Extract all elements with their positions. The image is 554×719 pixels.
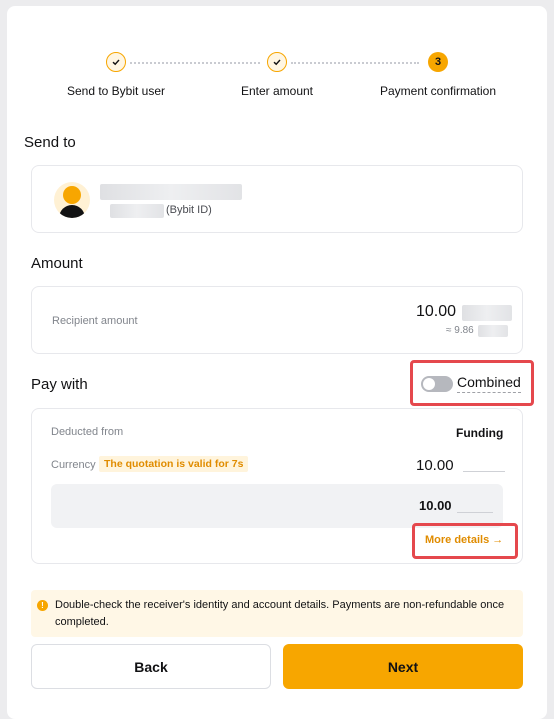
- combined-toggle-highlight: Combined: [410, 360, 534, 406]
- step-connector: [130, 62, 260, 64]
- deducted-from-value: Funding: [456, 426, 504, 440]
- recipient-id-redacted: [110, 204, 164, 218]
- approx-currency-redacted: [478, 325, 508, 337]
- deducted-from-label: Deducted from: [51, 426, 124, 438]
- pay-with-title: Pay with: [31, 376, 88, 393]
- step-label: Payment confirmation: [379, 84, 497, 98]
- recipient-card: (Bybit ID): [31, 165, 523, 233]
- currency-redacted: [462, 305, 512, 321]
- step-number-badge: 3: [428, 52, 448, 72]
- currency-code-redacted: [463, 471, 505, 472]
- currency-amount: 10.00: [416, 457, 454, 474]
- check-icon: [106, 52, 126, 72]
- currency-label: Currency: [51, 459, 96, 471]
- check-icon: [267, 52, 287, 72]
- more-details-link[interactable]: More details →: [425, 534, 503, 546]
- step-label: Enter amount: [240, 84, 314, 98]
- step-connector: [291, 62, 419, 64]
- warning-notice: ! Double-check the receiver's identity a…: [31, 590, 523, 637]
- approx-value: ≈ 9.86: [446, 325, 474, 336]
- send-to-title: Send to: [24, 134, 76, 151]
- progress-stepper: Send to Bybit user Enter amount 3 Paymen…: [0, 52, 540, 112]
- notice-text: Double-check the receiver's identity and…: [55, 599, 505, 628]
- recipient-amount-value: 10.00: [416, 303, 457, 320]
- combined-toggle[interactable]: [421, 376, 453, 392]
- breakdown-amount: 10.00: [419, 498, 452, 513]
- combined-toggle-label[interactable]: Combined: [457, 374, 521, 393]
- next-button[interactable]: Next: [283, 644, 523, 689]
- info-icon: !: [37, 600, 48, 611]
- breakdown-currency-redacted: [457, 512, 493, 513]
- amount-card: Recipient amount 10.00 ≈ 9.86: [31, 286, 523, 354]
- bybit-id-suffix: (Bybit ID): [166, 204, 212, 216]
- back-button[interactable]: Back: [31, 644, 271, 689]
- amount-title: Amount: [31, 255, 83, 272]
- step-label: Send to Bybit user: [66, 84, 166, 98]
- avatar: [54, 182, 90, 218]
- more-details-highlight: More details →: [412, 523, 518, 559]
- quotation-validity-badge: The quotation is valid for 7s: [99, 456, 249, 472]
- recipient-amount-label: Recipient amount: [52, 315, 138, 327]
- recipient-name-redacted: [100, 184, 242, 200]
